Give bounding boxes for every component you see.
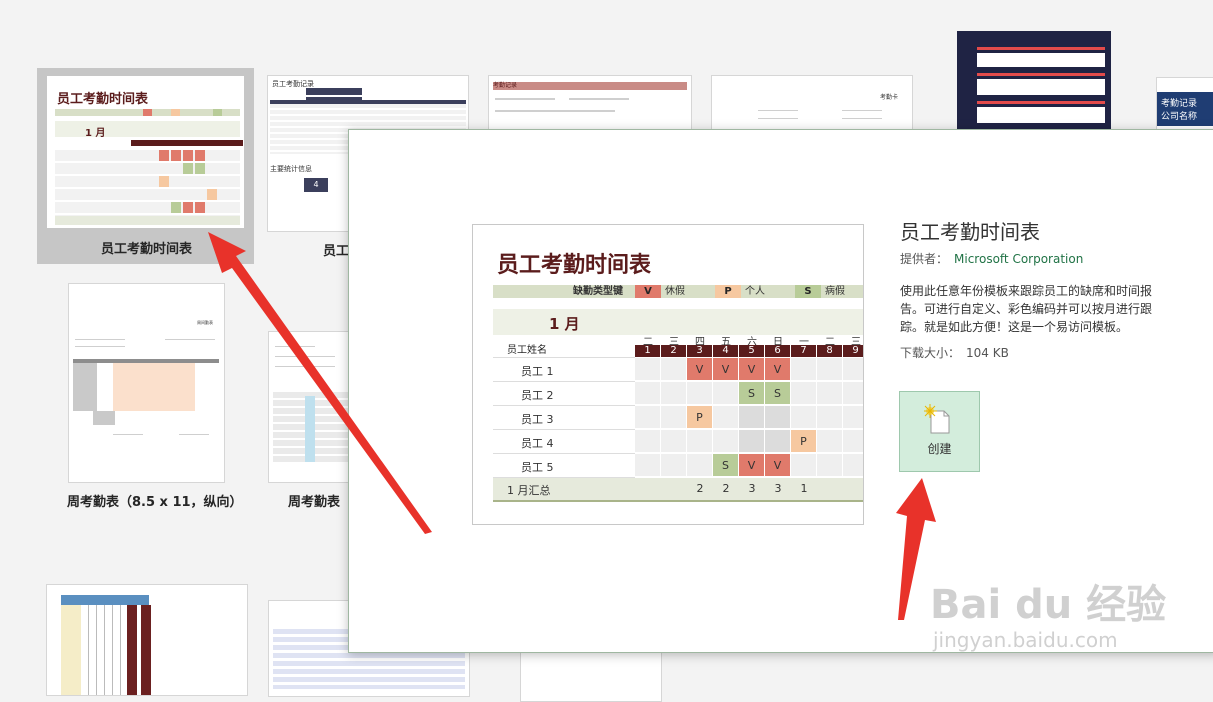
watermark-url: jingyan.baidu.com: [933, 628, 1118, 652]
red-arrow-icon: [208, 232, 432, 534]
watermark-logo: Bai du 经验: [930, 582, 1167, 628]
